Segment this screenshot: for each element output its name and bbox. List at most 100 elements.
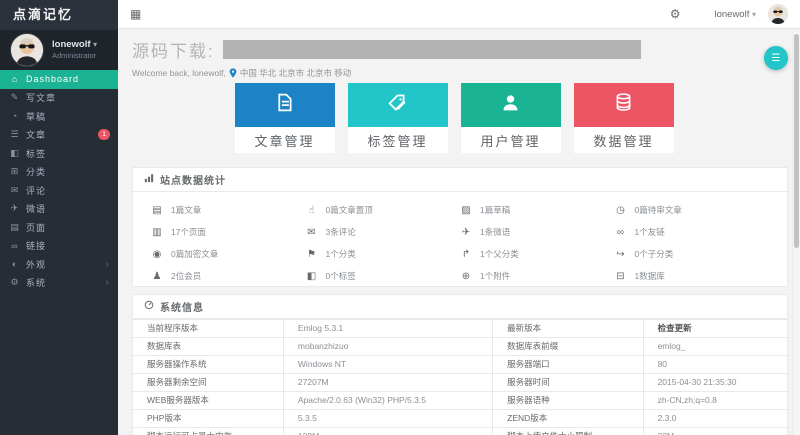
tags-icon xyxy=(387,92,408,118)
thumbs-up-icon: ☝ xyxy=(308,204,315,216)
page-title: 源码下载: xyxy=(132,42,215,61)
scrollbar-thumb[interactable] xyxy=(794,34,799,248)
twitter-icon: ✈ xyxy=(10,203,19,214)
draft-file-icon: ▨ xyxy=(461,204,471,216)
admin-dashboard: 点滴记忆 lonewolf ▾ Administrator ⌂ Dashboar… xyxy=(0,0,800,435)
app-logo: 点滴记忆 xyxy=(0,0,118,30)
collapse-menu-grid-icon[interactable]: ▦ xyxy=(130,7,141,21)
stat-item: ✈ 1条微语 xyxy=(461,226,511,238)
child-category-icon: ↪ xyxy=(616,248,625,260)
menu-comments[interactable]: ✉ 评论 xyxy=(0,181,118,200)
parent-category-icon: ↱ xyxy=(461,248,471,260)
caret-down-icon: ▾ xyxy=(751,9,756,19)
stat-item: ▤ 1篇文章 xyxy=(152,204,202,216)
stats-title: 站点数据统计 xyxy=(160,176,226,187)
article-icon: ▤ xyxy=(152,204,162,216)
quick-menu-button[interactable]: ☰ xyxy=(764,46,788,70)
gear-icon[interactable]: ⚙ xyxy=(670,7,681,21)
stat-item: ✉ 3条评论 xyxy=(307,226,356,238)
stat-item: ◉ 0篇加密文章 xyxy=(152,248,219,260)
menu-links[interactable]: ∞ 链接 xyxy=(0,237,118,256)
sidebar-menu: ⌂ Dashboard ✎ 写文章 ◔ 草稿 ☰ 文章 1 ◧ 标签 ⊞ 分类 … xyxy=(0,70,118,292)
menu-drafts[interactable]: ◔ 草稿 xyxy=(0,107,118,126)
menu-dashboard[interactable]: ⌂ Dashboard xyxy=(0,70,118,89)
draft-icon: ◔ xyxy=(11,111,18,122)
stat-item: ◧ 0个标签 xyxy=(306,270,356,282)
page-icon: ▤ xyxy=(10,221,19,232)
database-icon: ⊟ xyxy=(616,270,625,282)
stat-item: ☝ 0篇文章置顶 xyxy=(306,199,461,221)
chevron-right-icon: › xyxy=(105,277,109,289)
scrollbar-track[interactable] xyxy=(792,30,800,435)
stat-item: ⚑ 1个分类 xyxy=(307,248,356,260)
user-icon xyxy=(500,92,521,118)
sidebar-user-menu[interactable]: lonewolf ▾ Administrator xyxy=(0,30,118,70)
user-avatar xyxy=(10,33,44,67)
home-icon: ⌂ xyxy=(11,74,18,85)
clock-icon: ◷ xyxy=(616,204,625,216)
twitter-icon: ✈ xyxy=(461,226,471,238)
tag-icon: ◧ xyxy=(10,147,19,158)
attachment-icon: ⊕ xyxy=(461,270,471,282)
management-cards: 文章管理 标签管理 用户管理 数据管理 xyxy=(118,83,790,153)
site-stats-panel: 站点数据统计 ▤ 1篇文章 ☝ 0篇文章置顶 ▨ 1篇草稿 ◷ 0篇待审文章 ▥… xyxy=(132,167,788,287)
stat-item: ∞ 1个友链 xyxy=(615,221,770,243)
comments-icon: ✉ xyxy=(307,226,316,238)
sysinfo-row: 服务器操作系统 Windows NT 服务器端口 80 xyxy=(133,355,787,374)
stat-item: ⊕ 1个附件 xyxy=(461,270,511,282)
hamburger-icon: ☰ xyxy=(771,52,781,64)
pencil-icon: ✎ xyxy=(10,92,19,103)
gauge-icon xyxy=(144,300,154,313)
sidebar: 点滴记忆 lonewolf ▾ Administrator ⌂ Dashboar… xyxy=(0,0,118,435)
theme-icon: ◐ xyxy=(11,259,18,270)
database-icon xyxy=(613,92,634,118)
topbar-avatar[interactable] xyxy=(768,4,788,24)
sysinfo-row: 数据库表 mobanzhizuo 数据库表前缀 emlog_ xyxy=(133,337,787,356)
sidebar-user-role: Administrator xyxy=(52,51,97,61)
stat-item: ◷ 0篇待审文章 xyxy=(616,204,682,216)
stat-item: ⊟ 1数据库 xyxy=(616,270,665,282)
comment-icon: ✉ xyxy=(10,184,19,195)
pages-icon: ▥ xyxy=(152,226,162,238)
stat-item: ↱ 1个父分类 xyxy=(461,248,519,260)
sidebar-username: lonewolf ▾ xyxy=(52,39,98,51)
user-management-card[interactable]: 用户管理 xyxy=(460,83,561,153)
caret-down-icon: ▾ xyxy=(93,40,98,50)
menu-tweets[interactable]: ✈ 微语 xyxy=(0,200,118,219)
tag-management-card[interactable]: 标签管理 xyxy=(347,83,448,153)
sysinfo-row: 脚本运行可占最大内存 128M 脚本上传文件大小限制 32M xyxy=(133,427,787,435)
menu-pages[interactable]: ▤ 页面 xyxy=(0,218,118,237)
menu-system[interactable]: ⚙ 系统 › xyxy=(0,274,118,293)
system-info-panel: 系统信息 当前程序版本 Emlog 5.3.1 最新版本 检查更新 数据库表 m… xyxy=(132,294,788,435)
sysinfo-row: 当前程序版本 Emlog 5.3.1 最新版本 检查更新 xyxy=(133,319,787,338)
menu-write-article[interactable]: ✎ 写文章 xyxy=(0,89,118,108)
category-icon: ⊞ xyxy=(10,166,19,177)
notification-badge: 1 xyxy=(98,128,110,140)
menu-articles[interactable]: ☰ 文章 1 xyxy=(0,126,118,145)
data-management-card[interactable]: 数据管理 xyxy=(573,83,674,153)
topbar: ▦ ⚙ lonewolf ▾ xyxy=(118,0,800,29)
lock-icon: ◉ xyxy=(152,248,162,260)
sysinfo-row: WEB服务器版本 Apache/2.0.63 (Win32) PHP/5.3.5… xyxy=(133,391,787,410)
chevron-right-icon: › xyxy=(105,258,109,270)
members-icon: ♟ xyxy=(152,270,162,282)
friend-link-icon: ∞ xyxy=(616,226,625,238)
sysinfo-title: 系统信息 xyxy=(160,303,204,314)
menu-tags[interactable]: ◧ 标签 xyxy=(0,144,118,163)
article-list-icon: ☰ xyxy=(10,129,19,140)
settings-icon: ⚙ xyxy=(10,277,19,288)
topbar-user-dropdown[interactable]: lonewolf ▾ xyxy=(714,9,756,20)
bar-chart-icon xyxy=(144,173,154,186)
redacted-box xyxy=(222,40,641,59)
sysinfo-row: 服务器剩余空间 27207M 服务器时间 2015-04-30 21:35:30 xyxy=(133,373,787,392)
menu-appearance[interactable]: ◐ 外观 › xyxy=(0,255,118,274)
system-info-table: 当前程序版本 Emlog 5.3.1 最新版本 检查更新 数据库表 mobanz… xyxy=(133,319,787,435)
link-icon: ∞ xyxy=(11,240,18,251)
menu-categories[interactable]: ⊞ 分类 xyxy=(0,163,118,182)
document-icon xyxy=(274,92,295,118)
location-pin-icon xyxy=(229,68,237,78)
stat-item: ▨ 1篇草稿 xyxy=(461,204,511,216)
stat-item: ▥ 17个页面 xyxy=(152,226,206,238)
stat-item: ↪ 0个子分类 xyxy=(616,248,674,260)
article-management-card[interactable]: 文章管理 xyxy=(234,83,335,153)
